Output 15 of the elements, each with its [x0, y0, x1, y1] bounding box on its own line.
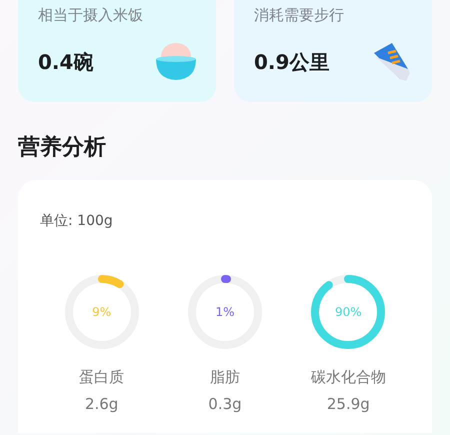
section-title: 营养分析	[18, 134, 106, 162]
nutrient-name: 蛋白质	[79, 368, 124, 387]
card-label: 消耗需要步行	[254, 6, 344, 25]
percent-label: 90%	[335, 305, 362, 319]
nutrient-amount: 25.9g	[326, 395, 370, 413]
percent-label: 1%	[215, 305, 234, 319]
card-value: 0.4碗	[38, 48, 94, 76]
nutrient-name: 脂肪	[210, 368, 240, 387]
card-label: 相当于摄入米饭	[38, 6, 143, 25]
percent-label: 9%	[92, 305, 112, 319]
nutrient-name: 碳水化合物	[310, 368, 386, 387]
nutrient-amount: 0.3g	[208, 395, 242, 413]
card-value: 0.9公里	[254, 48, 330, 76]
unit-label: 单位: 100g	[40, 212, 113, 230]
nutrient-amount: 2.6g	[84, 395, 118, 413]
